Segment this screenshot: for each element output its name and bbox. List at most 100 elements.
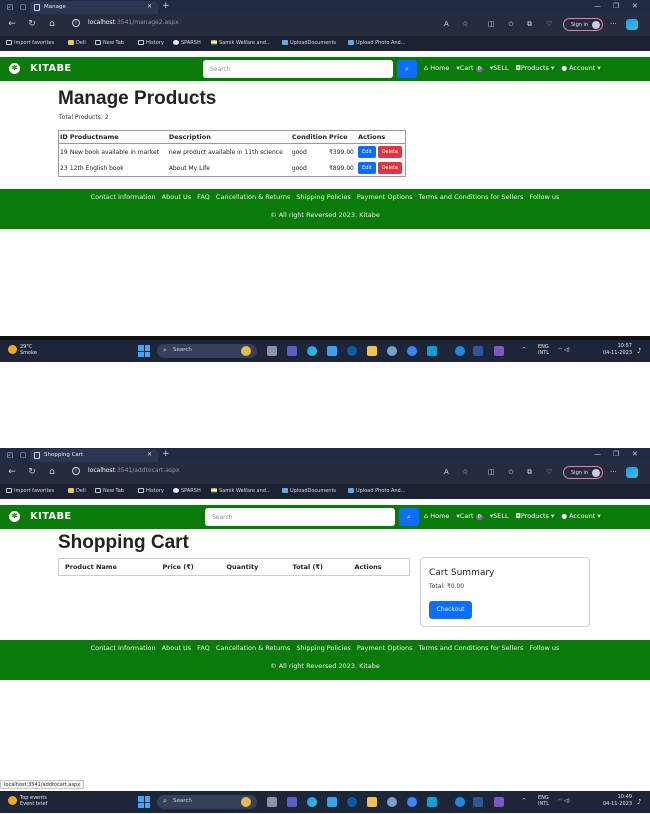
footer-link[interactable]: Cancellation & Returns: [216, 193, 290, 201]
footer-link[interactable]: Shipping Policies: [296, 644, 350, 652]
refresh-icon[interactable]: ↻: [26, 467, 38, 477]
delete-button[interactable]: Delete: [377, 146, 403, 158]
restore-icon[interactable]: ❐: [613, 2, 619, 10]
fav-history[interactable]: History: [138, 488, 164, 494]
nav-account-dropdown[interactable]: ● Account ▾: [561, 64, 600, 72]
file-explorer-icon[interactable]: [367, 346, 377, 356]
sign-in-button[interactable]: Sign in: [563, 18, 603, 31]
store-icon[interactable]: [427, 346, 437, 356]
teams-icon[interactable]: [287, 797, 297, 807]
tab-actions-icon[interactable]: ▢: [19, 451, 27, 459]
tab-actions-icon[interactable]: ▢: [19, 3, 27, 11]
widget-icon[interactable]: [241, 346, 251, 356]
new-tab-icon[interactable]: +: [162, 1, 170, 11]
back-icon[interactable]: ←: [6, 467, 18, 477]
search-button[interactable]: ⌕: [397, 60, 417, 78]
fav-upload-photo[interactable]: Upload Photo And...: [348, 40, 406, 46]
fav-import[interactable]: Import favorites: [6, 488, 54, 494]
tab-manage[interactable]: Manage ✕: [30, 1, 158, 14]
vscode-icon[interactable]: [494, 346, 504, 356]
fav-upload-photo[interactable]: Upload Photo And...: [348, 488, 406, 494]
edge-icon[interactable]: [307, 346, 317, 356]
window-close-icon[interactable]: ✕: [632, 2, 638, 10]
settings-icon[interactable]: [387, 797, 397, 807]
restore-icon[interactable]: ❐: [613, 450, 619, 458]
nav-cart[interactable]: ▾Cart 0: [457, 64, 483, 72]
wifi-icon[interactable]: ◠ ◁): [558, 347, 570, 353]
browser-essentials-icon[interactable]: ♡: [546, 20, 552, 28]
notification-icon[interactable]: ♪: [637, 347, 641, 355]
close-icon[interactable]: ✕: [147, 451, 152, 458]
footer-link[interactable]: Payment Options: [357, 644, 413, 652]
more-icon[interactable]: ···: [610, 468, 617, 476]
favorites-icon[interactable]: ✩: [508, 468, 514, 476]
split-screen-icon[interactable]: ◫: [488, 468, 495, 476]
clock[interactable]: 10:57 04-11-2023: [594, 343, 632, 357]
nav-sell[interactable]: ▾SELL: [490, 512, 509, 520]
home-icon[interactable]: ⌂: [46, 467, 58, 477]
widget-icon[interactable]: [241, 797, 251, 807]
word-icon[interactable]: [473, 346, 483, 356]
language-indicator[interactable]: ENG INTL: [538, 795, 549, 807]
fav-import[interactable]: Import favorites: [6, 40, 54, 46]
fav-samik[interactable]: Samik Welfare and...: [211, 488, 271, 494]
back-icon[interactable]: ←: [6, 19, 18, 29]
media-icon[interactable]: [455, 797, 465, 807]
collections-icon[interactable]: ⧉: [527, 468, 532, 477]
wifi-icon[interactable]: ◠ ◁): [558, 798, 570, 804]
fav-upload-documents[interactable]: UploadDocuments: [282, 40, 336, 46]
address-bar[interactable]: i localhost:3541/manage2.aspx: [70, 18, 480, 32]
favorites-icon[interactable]: ✩: [508, 20, 514, 28]
tab-shopping-cart[interactable]: Shopping Cart ✕: [30, 449, 158, 462]
teams-icon[interactable]: [287, 346, 297, 356]
minimize-icon[interactable]: —: [594, 2, 601, 10]
split-screen-icon[interactable]: ◫: [488, 20, 495, 28]
fav-sparsh[interactable]: SPARSH: [173, 488, 201, 494]
windows-start-icon[interactable]: [138, 345, 150, 357]
close-icon[interactable]: ✕: [147, 3, 152, 10]
read-aloud-icon[interactable]: A: [444, 468, 449, 476]
nav-cart[interactable]: ▾Cart 0: [457, 512, 483, 520]
fav-samik[interactable]: Samik Welfare and...: [211, 40, 271, 46]
site-info-icon[interactable]: i: [72, 467, 80, 475]
media-icon[interactable]: [455, 346, 465, 356]
task-view-icon[interactable]: [267, 346, 277, 356]
edge-icon[interactable]: [307, 797, 317, 807]
address-bar[interactable]: i localhost:3541/addtocart.aspx: [70, 466, 480, 480]
footer-link[interactable]: Follow us: [529, 644, 559, 652]
browser-essentials-icon[interactable]: ♡: [546, 468, 552, 476]
search-input[interactable]: [205, 508, 395, 526]
window-close-icon[interactable]: ✕: [632, 450, 638, 458]
dell-icon[interactable]: [347, 797, 357, 807]
language-indicator[interactable]: ENG INTL: [538, 344, 549, 356]
footer-link[interactable]: Follow us: [529, 193, 559, 201]
delete-button[interactable]: Delete: [377, 162, 403, 174]
favorite-star-icon[interactable]: ☆: [462, 20, 468, 28]
chrome-icon[interactable]: [407, 797, 417, 807]
footer-link[interactable]: About Us: [162, 193, 191, 201]
fav-dell[interactable]: Dell: [68, 40, 86, 46]
fav-dell[interactable]: Dell: [68, 488, 86, 494]
checkout-button[interactable]: Checkout: [429, 601, 472, 619]
nav-home[interactable]: ⌂ Home: [424, 512, 449, 520]
minimize-icon[interactable]: —: [594, 450, 601, 458]
refresh-icon[interactable]: ↻: [26, 19, 38, 29]
nav-products-dropdown[interactable]: ◘Products ▾: [516, 64, 555, 72]
copilot-icon[interactable]: [626, 19, 638, 30]
vscode-icon[interactable]: [494, 797, 504, 807]
footer-link[interactable]: FAQ: [197, 644, 210, 652]
brand[interactable]: KITABE: [30, 511, 72, 522]
fav-new-tab[interactable]: New Tab: [95, 40, 124, 46]
word-icon[interactable]: [473, 797, 483, 807]
footer-link[interactable]: Contact Information: [91, 193, 156, 201]
edit-button[interactable]: Edit: [358, 146, 376, 158]
footer-link[interactable]: FAQ: [197, 193, 210, 201]
new-tab-icon[interactable]: +: [162, 449, 170, 459]
workspaces-icon[interactable]: ◰: [6, 451, 14, 459]
fav-history[interactable]: History: [138, 40, 164, 46]
footer-link[interactable]: Payment Options: [357, 193, 413, 201]
footer-link[interactable]: Shipping Policies: [296, 193, 350, 201]
nav-account-dropdown[interactable]: ● Account ▾: [561, 512, 600, 520]
fav-new-tab[interactable]: New Tab: [95, 488, 124, 494]
read-aloud-icon[interactable]: A: [444, 20, 449, 28]
